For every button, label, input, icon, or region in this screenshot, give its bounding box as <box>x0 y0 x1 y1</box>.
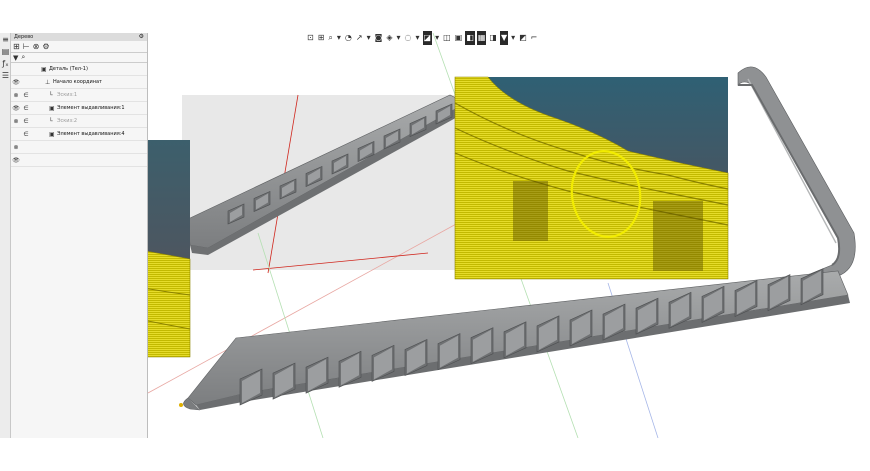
strap-loop-highlight <box>747 78 837 244</box>
tree-item-label: Эскиз:1 <box>57 92 78 98</box>
tree-row[interactable]: ⊗ ∈ └ Эскиз:1 <box>11 89 147 102</box>
visibility-icon[interactable]: 👁 <box>11 79 21 86</box>
3d-viewport[interactable] <box>148 33 870 438</box>
feature-icon: └ <box>49 117 53 125</box>
tree-row[interactable]: 👁 ⊥ Начало координат <box>11 76 147 89</box>
tree-panel-title: Дерево <box>14 34 34 40</box>
visibility-icon[interactable]: ⊗ <box>11 144 21 151</box>
visibility-icon[interactable]: 👁 <box>11 157 21 164</box>
relation-icon: ∈ <box>23 117 29 125</box>
tree-rows: ▣ Деталь (Тел-1) 👁 ⊥ Начало координат ⊗ ∈ └ Эски… <box>11 63 147 167</box>
feature-icon: ▣ <box>49 130 55 138</box>
tree-branch-icon[interactable]: ⊢ <box>23 42 30 51</box>
model-tree-panel: Дерево ⚙ ⊞ ⊢ ⊗ ⚙ ▼ ⌕ ▣ Деталь (Тел-1) 👁 ⊥ На… <box>11 33 148 438</box>
tree-row[interactable]: ▣ Деталь (Тел-1) <box>11 63 147 76</box>
relation-icon: ∈ <box>23 130 29 138</box>
layers-icon[interactable]: ▤ <box>1 47 10 57</box>
tree-panel-header: Дерево ⚙ <box>11 33 147 41</box>
tree-settings-icon[interactable]: ⚙ <box>42 42 49 51</box>
search-icon[interactable]: ⌕ <box>21 53 25 62</box>
tree-item-label: Элемент выдавливания:1 <box>57 105 125 111</box>
print-photo-right <box>454 76 729 280</box>
tree-toolbar: ⊞ ⊢ ⊗ ⚙ <box>11 41 147 53</box>
variables-icon[interactable]: ƒₓ <box>1 59 10 69</box>
tree-filter-bar: ▼ ⌕ <box>11 53 147 63</box>
viewport-canvas[interactable] <box>148 33 870 438</box>
visibility-icon[interactable]: 👁 <box>11 105 21 112</box>
visibility-icon[interactable]: ⊗ <box>11 118 21 125</box>
visibility-icon[interactable]: ⊗ <box>11 92 21 99</box>
gear-icon[interactable]: ⚙ <box>139 33 144 41</box>
feature-icon: ▣ <box>41 65 47 73</box>
tree-item-label: Деталь (Тел-1) <box>49 66 88 72</box>
tree-item-label: Элемент выдавливания:4 <box>57 131 125 137</box>
tree-link-icon[interactable]: ⊗ <box>33 42 40 51</box>
print-photo-left <box>148 140 191 358</box>
origin-marker <box>179 403 183 407</box>
relation-icon: ∈ <box>23 104 29 112</box>
tree-item-label: Эскиз:2 <box>57 118 78 124</box>
relation-icon: ∈ <box>23 91 29 99</box>
filter-icon[interactable]: ▼ <box>13 54 18 62</box>
feature-icon: └ <box>49 91 53 99</box>
left-icon-strip: ≡ ▤ ƒₓ ☰ <box>0 33 11 438</box>
app-window: ≡ ▤ ƒₓ ☰ Дерево ⚙ ⊞ ⊢ ⊗ ⚙ ▼ ⌕ ▣ Деталь (Т… <box>0 0 870 471</box>
strap-loop <box>737 66 856 296</box>
strap-loop-edge <box>738 84 841 266</box>
tree-row[interactable]: 👁 ∈ ▣ Элемент выдавливания:1 <box>11 102 147 115</box>
tree-view-icon[interactable]: ≡ <box>1 35 10 45</box>
feature-icon: ⊥ <box>45 78 51 86</box>
tree-item-label: Начало координат <box>53 79 102 85</box>
tree-structure-icon[interactable]: ⊞ <box>13 42 20 51</box>
tree-row[interactable]: ⊗ ∈ └ Эскиз:2 <box>11 115 147 128</box>
tree-row[interactable]: ∈ ▣ Элемент выдавливания:4 <box>11 128 147 141</box>
tree-row[interactable]: 👁 <box>11 154 147 167</box>
feature-icon: ▣ <box>49 104 55 112</box>
menu-icon[interactable]: ☰ <box>1 71 10 81</box>
tree-row[interactable]: ⊗ <box>11 141 147 154</box>
